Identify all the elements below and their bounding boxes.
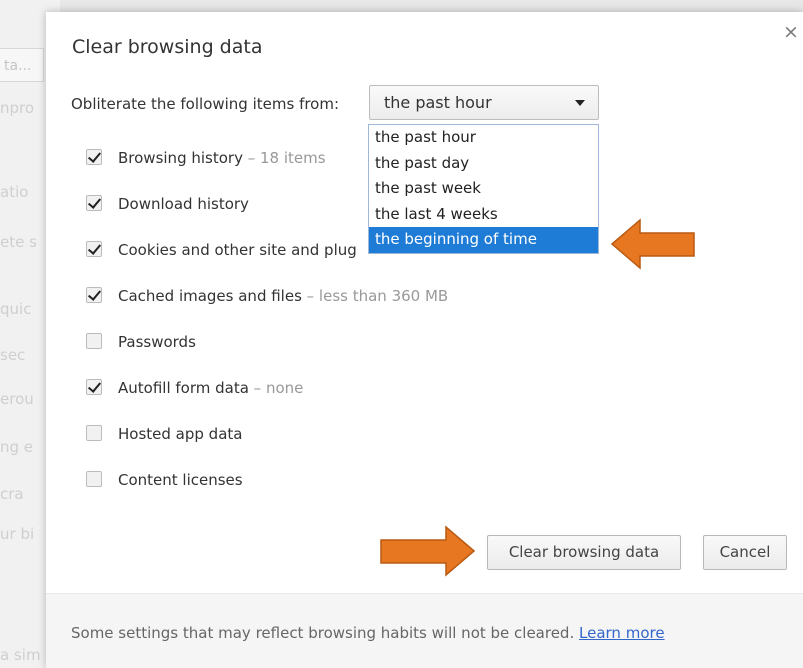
item-label: Cached images and files bbox=[118, 287, 302, 305]
time-range-option-highlighted[interactable]: the beginning of time bbox=[369, 227, 598, 253]
item-label: Passwords bbox=[118, 333, 196, 351]
item-label: Autofill form data bbox=[118, 379, 249, 397]
time-range-option[interactable]: the last 4 weeks bbox=[369, 202, 598, 228]
learn-more-link[interactable]: Learn more bbox=[579, 624, 665, 642]
checklist-item-label: Hosted app data bbox=[118, 422, 242, 446]
screen: ta... npro atio ete s quic sec erou ng e… bbox=[0, 0, 803, 668]
checklist-item-label: Autofill form data – none bbox=[118, 376, 303, 400]
time-range-select[interactable]: the past hour bbox=[369, 85, 599, 120]
checkbox[interactable] bbox=[86, 471, 102, 487]
item-label: Hosted app data bbox=[118, 425, 243, 443]
item-detail: – less than 360 MB bbox=[301, 287, 449, 305]
checkbox[interactable] bbox=[86, 195, 102, 211]
checkbox[interactable] bbox=[86, 149, 102, 165]
checklist-item-label: Content licenses bbox=[118, 468, 243, 492]
cancel-button[interactable]: Cancel bbox=[703, 535, 787, 570]
time-range-selected-value: the past hour bbox=[384, 93, 492, 112]
dialog-title: Clear browsing data bbox=[72, 36, 263, 58]
checkbox[interactable] bbox=[86, 287, 102, 303]
footer-note-text: Some settings that may reflect browsing … bbox=[71, 624, 575, 642]
item-detail: – none bbox=[248, 379, 304, 397]
item-detail: – 18 items bbox=[242, 149, 326, 167]
checkbox[interactable] bbox=[86, 379, 102, 395]
checklist-item-label: Cached images and files – less than 360 … bbox=[118, 284, 448, 308]
item-label: Browsing history bbox=[118, 149, 243, 167]
time-range-option[interactable]: the past week bbox=[369, 176, 598, 202]
background-search-input: ta... bbox=[0, 48, 44, 82]
item-label: Cookies and other site and plug bbox=[118, 241, 357, 259]
time-range-label: Obliterate the following items from: bbox=[71, 95, 340, 113]
item-label: Content licenses bbox=[118, 471, 243, 489]
item-label: Download history bbox=[118, 195, 249, 213]
checkbox[interactable] bbox=[86, 241, 102, 257]
time-range-dropdown: the past hour the past day the past week… bbox=[368, 124, 599, 254]
clear-browsing-data-dialog: Clear browsing data × Obliterate the fol… bbox=[46, 12, 803, 668]
checklist-item-label: Download history bbox=[118, 192, 249, 216]
checklist-item-label: Passwords bbox=[118, 330, 196, 354]
time-range-option[interactable]: the past day bbox=[369, 151, 598, 177]
footer-note: Some settings that may reflect browsing … bbox=[71, 624, 665, 642]
time-range-option[interactable]: the past hour bbox=[369, 125, 598, 151]
clear-browsing-data-button[interactable]: Clear browsing data bbox=[487, 535, 681, 570]
checkbox[interactable] bbox=[86, 333, 102, 349]
checkbox[interactable] bbox=[86, 425, 102, 441]
dialog-footer: Some settings that may reflect browsing … bbox=[46, 593, 803, 668]
chevron-down-icon bbox=[575, 100, 585, 106]
checklist-item-label: Browsing history – 18 items bbox=[118, 146, 326, 170]
close-icon[interactable]: × bbox=[781, 22, 801, 42]
checklist-item-label: Cookies and other site and plug bbox=[118, 238, 357, 262]
